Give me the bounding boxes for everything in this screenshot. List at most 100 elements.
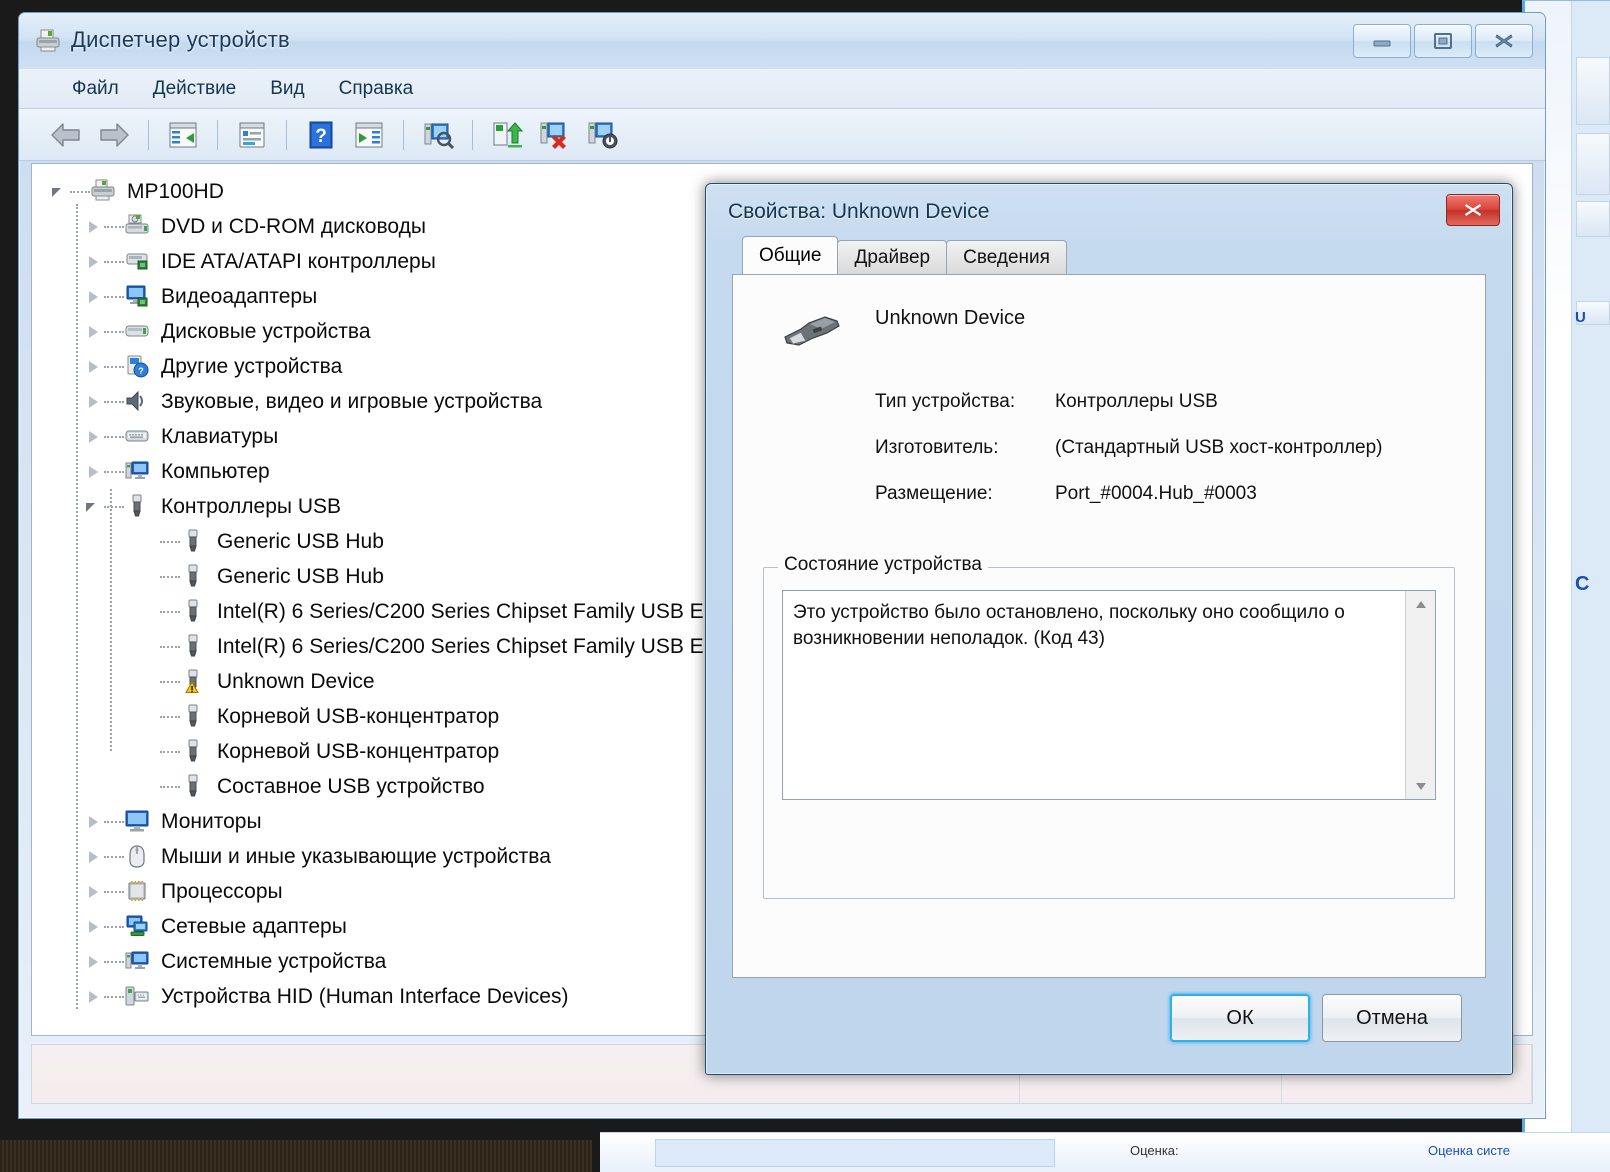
device-status-legend: Состояние устройства: [778, 554, 988, 576]
minimize-button[interactable]: [1353, 24, 1411, 58]
tree-connector: [140, 603, 158, 621]
dialog-title-bar[interactable]: Свойства: Unknown Device: [706, 184, 1512, 238]
usb-device-icon: [180, 704, 208, 730]
svg-text:?: ?: [315, 126, 327, 147]
tree-guide-line: [76, 204, 78, 1009]
chevron-right-icon[interactable]: [84, 463, 102, 481]
chevron-right-icon[interactable]: [84, 393, 102, 411]
tree-connector-line: [160, 540, 180, 543]
ok-button[interactable]: ОК: [1170, 994, 1310, 1042]
usb-device-icon: [188, 739, 198, 761]
tree-node-label: Дисковые устройства: [161, 319, 371, 343]
tree-connector: [140, 778, 158, 796]
close-button[interactable]: [1475, 24, 1533, 58]
usb-device-icon: [180, 599, 208, 625]
display-adapter-icon: [126, 285, 148, 306]
close-icon: [1495, 34, 1513, 48]
tree-connector-line: [104, 505, 124, 508]
scan-hardware-changes-button[interactable]: [417, 115, 459, 155]
chevron-down-icon[interactable]: [84, 498, 102, 516]
chevron-down-icon[interactable]: [50, 183, 68, 201]
tree-connector-line: [104, 960, 124, 963]
chevron-right-icon[interactable]: [84, 813, 102, 831]
network-adapter-icon: [126, 915, 148, 936]
tab-driver[interactable]: Драйвер: [837, 240, 948, 274]
property-row-manufacturer: Изготовитель: (Стандартный USB хост-конт…: [733, 431, 1485, 477]
forward-icon: [100, 122, 129, 147]
dialog-tabs: Общие Драйвер Сведения: [732, 236, 1486, 274]
chevron-right-icon[interactable]: [84, 288, 102, 306]
dvd-drive-icon: [125, 214, 149, 233]
background-window-bottom: Оценка: Оценка систе: [600, 1132, 1610, 1172]
scroll-down-arrow[interactable]: [1406, 773, 1436, 799]
chevron-right-icon[interactable]: [84, 883, 102, 901]
uninstall-device-button[interactable]: [534, 115, 576, 155]
tree-node-label: Unknown Device: [217, 669, 375, 693]
tree-node-label: Другие устройства: [161, 354, 343, 378]
device-name: Unknown Device: [875, 307, 1026, 329]
chevron-right-icon[interactable]: [84, 323, 102, 341]
tree-connector: [140, 673, 158, 691]
menu-action[interactable]: Действие: [136, 74, 254, 104]
title-bar[interactable]: Диспетчер устройств: [19, 13, 1545, 69]
usb-device-icon: [188, 774, 198, 796]
properties-button[interactable]: [231, 115, 273, 155]
uninstall-device-icon: [540, 122, 566, 149]
device-status-box[interactable]: Это устройство было остановлено, посколь…: [782, 590, 1436, 800]
maximize-button[interactable]: [1414, 24, 1472, 58]
hid-device-icon: [124, 984, 152, 1010]
dialog-close-button[interactable]: [1446, 194, 1500, 226]
tree-node-label: Устройства HID (Human Interface Devices): [161, 984, 569, 1008]
chevron-right-icon[interactable]: [84, 428, 102, 446]
tree-node-label: Generic USB Hub: [217, 564, 384, 588]
tree-node-label: Контроллеры USB: [161, 494, 341, 518]
computer-icon: [125, 461, 149, 479]
dvd-drive-icon: [124, 214, 152, 240]
chevron-right-icon[interactable]: [84, 218, 102, 236]
mouse-icon: [129, 844, 145, 868]
device-manufacturer-label: Изготовитель:: [875, 437, 999, 458]
tree-connector-line: [160, 715, 180, 718]
menu-view[interactable]: Вид: [253, 74, 321, 104]
show-hide-action-pane-button[interactable]: [348, 115, 390, 155]
tree-connector-line: [104, 295, 124, 298]
tab-general[interactable]: Общие: [742, 236, 839, 274]
usb-device-icon: [188, 529, 198, 551]
mouse-icon: [124, 844, 152, 870]
disable-device-button[interactable]: [582, 115, 624, 155]
device-type-label: Тип устройства:: [875, 391, 1016, 412]
device-status-scrollbar[interactable]: [1405, 591, 1435, 799]
device-header: Unknown Device: [733, 275, 1485, 385]
processor-icon: [124, 879, 152, 905]
chevron-right-icon[interactable]: [84, 988, 102, 1006]
tree-node-label: Мыши и иные указывающие устройства: [161, 844, 551, 868]
tree-node-label: Корневой USB-концентратор: [217, 739, 500, 763]
dialog-body: Общие Драйвер Сведения Unknown Device Ти…: [732, 236, 1486, 1074]
menu-help[interactable]: Справка: [322, 74, 431, 104]
chevron-right-icon[interactable]: [84, 848, 102, 866]
forward-button[interactable]: [93, 115, 135, 155]
tree-connector-line: [160, 785, 180, 788]
scan-hardware-changes-icon: [424, 123, 454, 149]
toolbar-separator: [148, 119, 149, 150]
property-row-location: Размещение: Port_#0004.Hub_#0003: [733, 477, 1485, 523]
chevron-right-icon[interactable]: [84, 358, 102, 376]
tab-details[interactable]: Сведения: [946, 240, 1067, 274]
help-button[interactable]: ?: [300, 115, 342, 155]
keyboard-icon: [125, 430, 149, 441]
chevron-right-icon[interactable]: [84, 953, 102, 971]
menu-file[interactable]: Файл: [55, 74, 136, 104]
back-button[interactable]: [45, 115, 87, 155]
tree-connector: [140, 568, 158, 586]
tree-node-label: Составное USB устройство: [217, 774, 485, 798]
properties-icon: [239, 122, 265, 147]
toolbar-separator: [472, 119, 473, 150]
chevron-right-icon[interactable]: [84, 253, 102, 271]
scroll-up-arrow[interactable]: [1406, 591, 1436, 617]
update-driver-button[interactable]: [486, 115, 528, 155]
cancel-button[interactable]: Отмена: [1322, 994, 1462, 1042]
show-hide-console-tree-button[interactable]: [162, 115, 204, 155]
chevron-right-icon[interactable]: [84, 918, 102, 936]
tree-connector: [140, 638, 158, 656]
tree-connector-line: [160, 750, 180, 753]
